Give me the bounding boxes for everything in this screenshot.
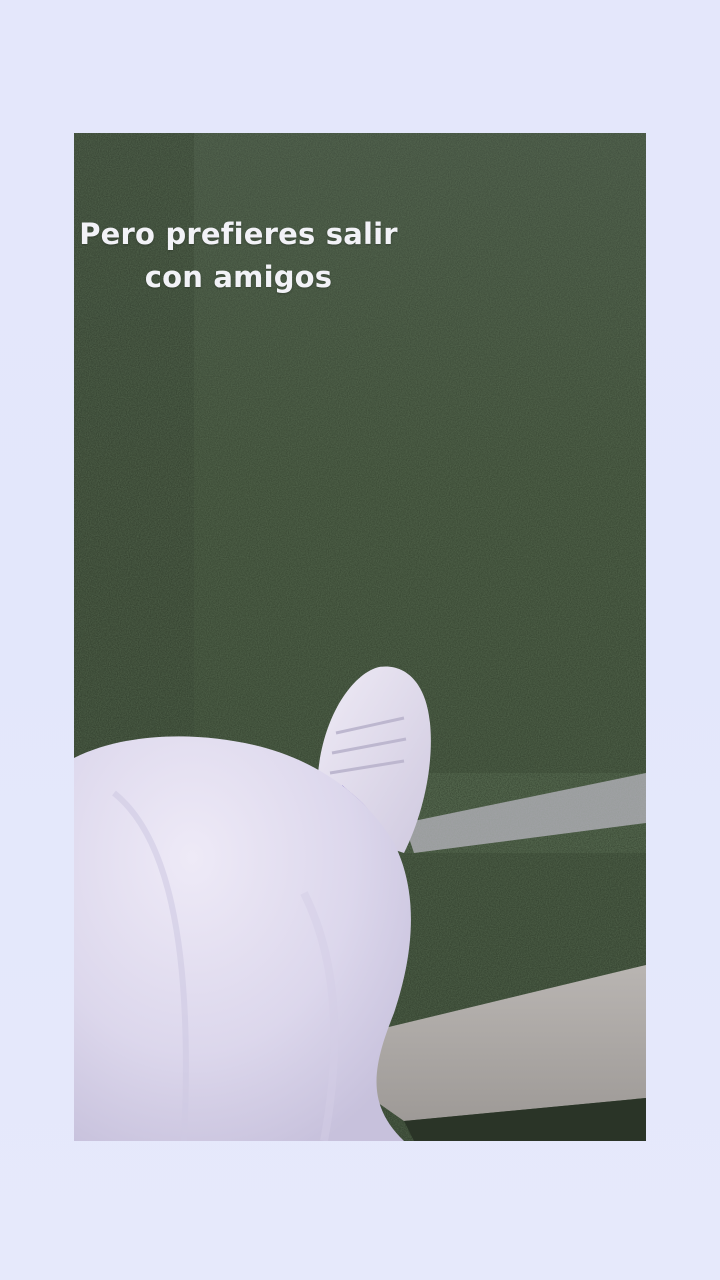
story-photo: Pero prefieres salir con amigos [74,133,646,1141]
story-canvas: Pero prefieres salir con amigos [0,0,720,1280]
story-caption: Pero prefieres salir con amigos [74,213,411,299]
caption-line-1: Pero prefieres salir [79,217,398,251]
caption-line-2: con amigos [144,260,333,294]
